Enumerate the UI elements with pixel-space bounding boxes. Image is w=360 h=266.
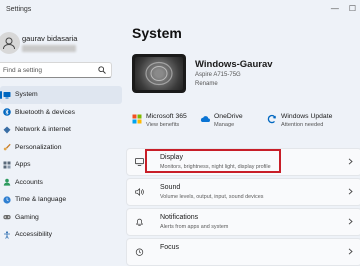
sidebar-item-gaming[interactable]: Gaming: [0, 209, 122, 227]
sidebar-item-time-language[interactable]: Time & language: [0, 191, 122, 209]
maximize-button[interactable]: ☐: [349, 4, 356, 13]
chevron-right-icon: [348, 188, 353, 195]
onedrive-icon: [200, 116, 210, 122]
status-sub: View benefits: [146, 122, 180, 128]
clock-icon: [3, 196, 11, 204]
sidebar-item-personalization[interactable]: Personalization: [0, 139, 122, 157]
search-icon[interactable]: [98, 66, 106, 74]
sound-icon: [135, 188, 144, 196]
sidebar-item-accessibility[interactable]: Accessibility: [0, 226, 122, 244]
bluetooth-icon: [3, 108, 11, 117]
search-box[interactable]: [0, 62, 112, 78]
profile-email-redacted: [22, 45, 76, 52]
sidebar-item-network[interactable]: Network & internet: [0, 121, 122, 139]
card-focus[interactable]: Focus: [126, 238, 360, 266]
profile-name: gaurav bidasaria: [22, 34, 78, 43]
sidebar-item-label: Personalization: [15, 143, 62, 151]
search-input[interactable]: [3, 65, 93, 75]
chevron-right-icon: [348, 248, 353, 255]
accessibility-icon: [4, 231, 10, 239]
bell-icon: [135, 218, 144, 226]
card-title: Sound: [160, 184, 181, 191]
highlight-box: [145, 149, 281, 173]
avatar: [0, 32, 20, 54]
sidebar-item-apps[interactable]: Apps: [0, 156, 122, 174]
card-subtitle: Volume levels, output, input, sound devi…: [160, 194, 264, 200]
card-sound[interactable]: Sound Volume levels, output, input, soun…: [126, 178, 360, 206]
sidebar-item-label: System: [15, 91, 38, 99]
nav-list: System Bluetooth & devices Network & int…: [0, 86, 122, 244]
status-name: OneDrive: [214, 113, 243, 120]
page-title: System: [132, 25, 182, 41]
device-name: Windows-Gaurav: [195, 59, 273, 70]
rename-link[interactable]: Rename: [195, 81, 218, 87]
wallpaper-swirl: [145, 61, 173, 86]
windows-update-icon: [267, 114, 276, 124]
sidebar-item-label: Gaming: [15, 213, 39, 221]
sidebar-item-label: Bluetooth & devices: [15, 108, 76, 116]
device-model: Aspire A715-75G: [195, 72, 241, 78]
network-icon: [3, 126, 11, 134]
card-title: Focus: [160, 244, 180, 251]
window-title: Settings: [6, 6, 32, 13]
sidebar-item-accounts[interactable]: Accounts: [0, 174, 122, 192]
card-title: Notifications: [160, 214, 199, 221]
microsoft365-icon: [132, 114, 142, 124]
card-notifications[interactable]: Notifications Alerts from apps and syste…: [126, 208, 360, 236]
sidebar-item-label: Apps: [15, 161, 31, 169]
window-controls: — ☐: [331, 4, 356, 13]
status-row: Microsoft 365 View benefits OneDrive Man…: [132, 112, 360, 132]
sidebar: gaurav bidasaria System Bluetooth & devi…: [0, 20, 122, 240]
status-sub: Manage: [214, 122, 235, 128]
sidebar-item-label: Time & language: [15, 196, 67, 204]
chevron-right-icon: [348, 158, 353, 165]
person-icon: [3, 37, 15, 50]
main-content: System Windows-Gaurav Aspire A715-75G Re…: [122, 20, 360, 266]
chevron-right-icon: [348, 218, 353, 225]
display-icon: [135, 158, 144, 166]
status-name: Windows Update: [281, 113, 333, 120]
title-bar: Settings — ☐: [0, 0, 360, 20]
card-subtitle: Alerts from apps and system: [160, 224, 229, 230]
device-wallpaper-image: [132, 54, 186, 93]
brush-icon: [3, 144, 11, 151]
sidebar-item-system[interactable]: System: [0, 86, 122, 104]
gaming-icon: [3, 215, 11, 220]
focus-icon: [135, 248, 144, 256]
status-sub: Attention needed: [281, 122, 324, 128]
accounts-icon: [3, 179, 11, 186]
minimize-button[interactable]: —: [331, 4, 339, 13]
sidebar-item-label: Accessibility: [15, 231, 53, 239]
apps-icon: [3, 161, 11, 169]
sidebar-item-label: Accounts: [15, 178, 43, 186]
wallpaper: [135, 57, 183, 90]
sidebar-item-bluetooth[interactable]: Bluetooth & devices: [0, 104, 122, 122]
sidebar-item-label: Network & internet: [15, 126, 71, 134]
system-icon: [3, 91, 11, 99]
status-name: Microsoft 365: [146, 113, 187, 120]
